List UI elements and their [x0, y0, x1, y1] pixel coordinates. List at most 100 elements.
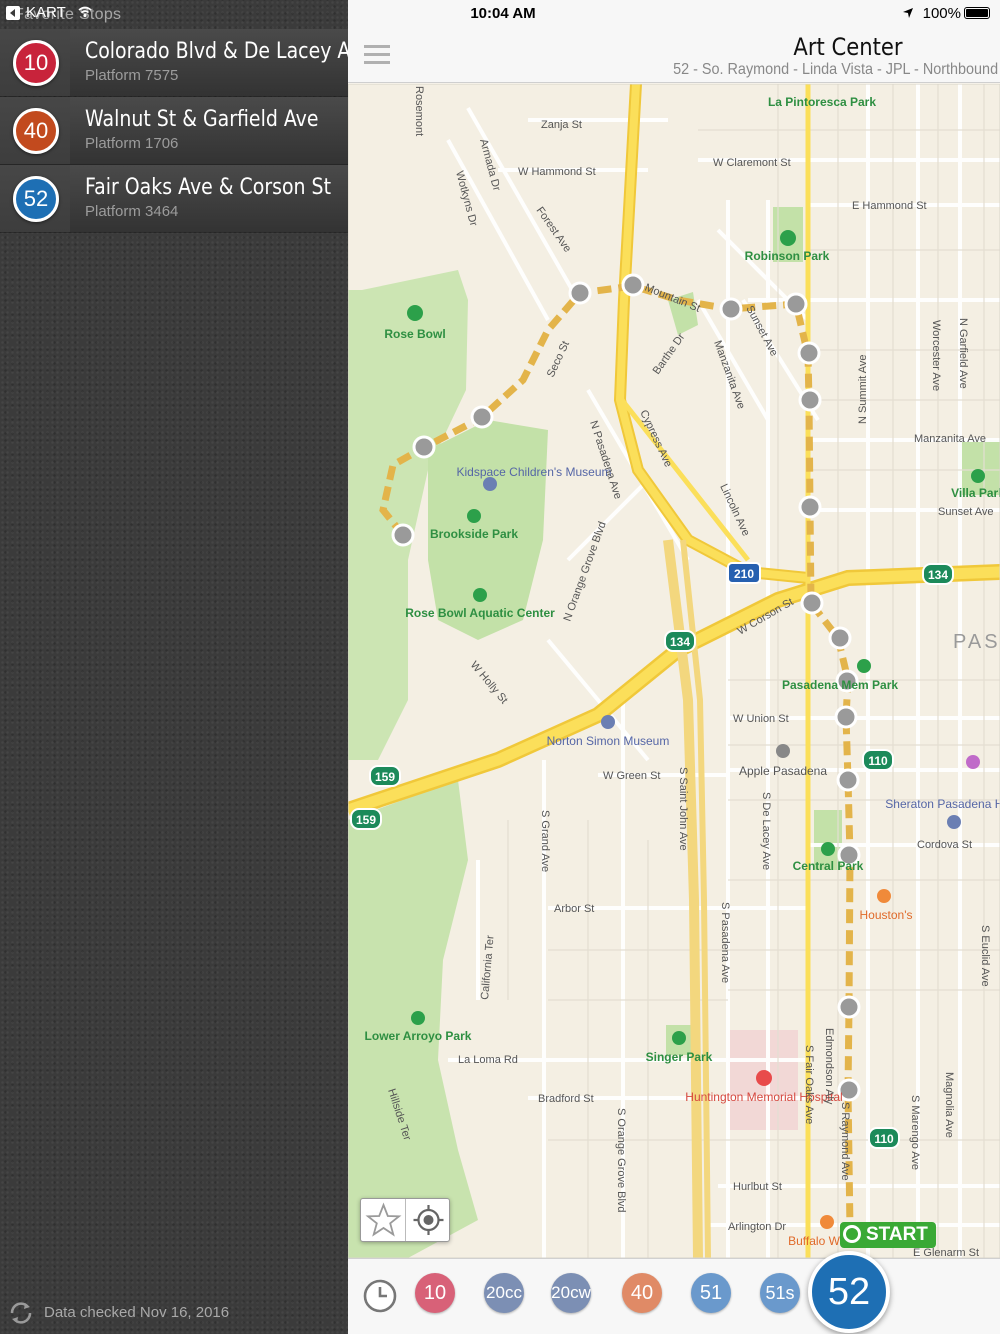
refresh-icon[interactable]	[6, 1298, 36, 1328]
shield-110: 110	[868, 1127, 900, 1149]
menu-icon[interactable]	[364, 45, 390, 65]
favorite-stop-item[interactable]: 10 Colorado Blvd & De Lacey Ave Platform…	[0, 29, 372, 97]
stop-platform: Platform 7575	[85, 67, 179, 84]
svg-text:Rose Bowl: Rose Bowl	[384, 327, 445, 341]
svg-text:La Pintoresca Park: La Pintoresca Park	[768, 95, 876, 109]
location-arrow-icon	[903, 8, 913, 18]
route-stop	[837, 995, 861, 1019]
stop-platform: Platform 3464	[85, 203, 179, 220]
route-stop	[798, 388, 822, 412]
svg-text:Pasadena Mem Park: Pasadena Mem Park	[782, 678, 898, 692]
route-stop	[719, 297, 743, 321]
stop-name: Colorado Blvd & De Lacey Ave	[85, 39, 373, 64]
svg-text:Zanja St: Zanja St	[541, 119, 582, 131]
route-map[interactable]: 210 134 134 110 110 159 159 La Pintoresc…	[348, 84, 1000, 1258]
svg-text:Villa Park: Villa Park	[951, 486, 1000, 500]
svg-text:110: 110	[874, 1132, 894, 1146]
route-stop	[798, 495, 822, 519]
sidebar-status-bar: Favorite Stops KART	[0, 0, 348, 28]
favorite-star-button[interactable]	[361, 1199, 406, 1241]
route-button-52-active[interactable]: 52	[808, 1251, 890, 1333]
svg-text:E Glenarm St: E Glenarm St	[913, 1247, 979, 1258]
svg-text:134: 134	[928, 568, 948, 582]
svg-text:Norton Simon Museum: Norton Simon Museum	[547, 734, 670, 748]
svg-text:Cordova St: Cordova St	[917, 839, 972, 851]
svg-text:110: 110	[868, 754, 888, 768]
star-icon	[365, 1202, 402, 1237]
route-selector-bar: 10 20cc 20cw 40 51 51s 52	[348, 1251, 1000, 1334]
stop-name: Fair Oaks Ave & Corson St	[85, 175, 332, 200]
svg-text:Robinson Park: Robinson Park	[745, 249, 830, 263]
svg-text:W Green St: W Green St	[603, 770, 660, 782]
svg-text:Arlington Dr: Arlington Dr	[728, 1221, 786, 1233]
svg-text:S Pasadena Ave: S Pasadena Ave	[719, 902, 731, 983]
svg-text:S Raymond Ave: S Raymond Ave	[839, 1102, 851, 1181]
svg-text:Bradford St: Bradford St	[538, 1093, 594, 1105]
locate-button[interactable]	[406, 1199, 451, 1241]
svg-text:159: 159	[356, 813, 376, 827]
svg-text:Edmondson Aly: Edmondson Aly	[823, 1028, 835, 1105]
battery-percent: 100%	[922, 5, 961, 22]
svg-text:Worcester Ave: Worcester Ave	[930, 320, 942, 391]
route-subtitle: 52 - So. Raymond - Linda Vista - JPL - N…	[673, 61, 998, 78]
svg-text:S Fair Oaks Ave: S Fair Oaks Ave	[803, 1045, 815, 1124]
route-stop	[391, 523, 415, 547]
svg-text:Central Park: Central Park	[793, 859, 864, 873]
route-stop	[621, 273, 645, 297]
svg-text:Apple Pasadena: Apple Pasadena	[739, 764, 827, 778]
svg-text:S Grand Ave: S Grand Ave	[539, 810, 551, 872]
favorite-stops-list: 10 Colorado Blvd & De Lacey Ave Platform…	[0, 29, 372, 233]
wifi-icon	[78, 6, 92, 18]
svg-text:N Garfield Ave: N Garfield Ave	[957, 318, 969, 389]
route-button-10[interactable]: 10	[415, 1273, 455, 1313]
route-stop	[797, 341, 821, 365]
carrier-label: KART	[26, 4, 66, 21]
svg-text:Rosemont: Rosemont	[413, 86, 425, 136]
stop-name: Walnut St & Garfield Ave	[85, 107, 319, 132]
route-stop	[568, 281, 592, 305]
route-title: Art Center	[793, 33, 903, 61]
status-time: 10:04 AM	[470, 5, 536, 22]
battery-status: 100%	[923, 5, 990, 22]
route-map-panel: 10:04 AM 100% Art Center 52 - So. Raymon…	[348, 0, 1000, 1334]
svg-text:Brookside Park: Brookside Park	[430, 527, 518, 541]
favorite-stop-item[interactable]: 40 Walnut St & Garfield Ave Platform 170…	[0, 97, 348, 165]
svg-text:N Summit Ave: N Summit Ave	[857, 355, 869, 425]
svg-text:La Loma Rd: La Loma Rd	[458, 1054, 518, 1066]
svg-text:Sheraton Pasadena Hotel: Sheraton Pasadena Hotel	[885, 797, 1000, 811]
svg-text:Rose Bowl Aquatic Center: Rose Bowl Aquatic Center	[405, 606, 555, 620]
svg-text:210: 210	[734, 567, 754, 581]
route-button-20cw[interactable]: 20cw	[551, 1273, 591, 1313]
route-button-40[interactable]: 40	[622, 1273, 662, 1313]
shield-210: 210	[727, 562, 761, 584]
clock-icon[interactable]	[362, 1278, 398, 1314]
route-button-51s[interactable]: 51s	[760, 1273, 800, 1313]
svg-text:Singer Park: Singer Park	[646, 1050, 713, 1064]
route-header: 10:04 AM 100% Art Center 52 - So. Raymon…	[348, 0, 1000, 83]
svg-text:PAS: PAS	[953, 631, 1000, 653]
data-checked-text: Data checked Nov 16, 2016	[44, 1304, 230, 1321]
shield-110: 110	[862, 749, 894, 771]
route-badge-52: 52	[13, 176, 59, 222]
route-button-20cc[interactable]: 20cc	[484, 1273, 524, 1313]
svg-text:S Euclid Ave: S Euclid Ave	[979, 925, 991, 987]
svg-text:Arbor St: Arbor St	[554, 903, 594, 915]
svg-text:134: 134	[670, 635, 690, 649]
route-stop	[800, 591, 824, 615]
sidebar-footer: Data checked Nov 16, 2016	[0, 1294, 348, 1334]
route-stop	[834, 705, 858, 729]
svg-text:Huntington Memorial Hospital: Huntington Memorial Hospital	[685, 1090, 842, 1104]
favorite-stop-item[interactable]: 52 Fair Oaks Ave & Corson St Platform 34…	[0, 165, 348, 233]
svg-text:Sunset Ave: Sunset Ave	[938, 506, 993, 518]
svg-text:W Hammond St: W Hammond St	[518, 166, 596, 178]
svg-text:W Union St: W Union St	[733, 713, 789, 725]
route-stop	[784, 292, 808, 316]
svg-text:Lower Arroyo Park: Lower Arroyo Park	[365, 1029, 472, 1043]
stop-platform: Platform 1706	[85, 135, 179, 152]
shield-159: 159	[369, 765, 401, 787]
shield-134: 134	[664, 630, 696, 652]
svg-text:Manzanita Ave: Manzanita Ave	[914, 433, 986, 445]
route-button-51[interactable]: 51	[691, 1273, 731, 1313]
favorites-sidebar: Favorite Stops KART 10 Colorado Blvd & D…	[0, 0, 372, 1334]
map-controls	[360, 1198, 450, 1242]
